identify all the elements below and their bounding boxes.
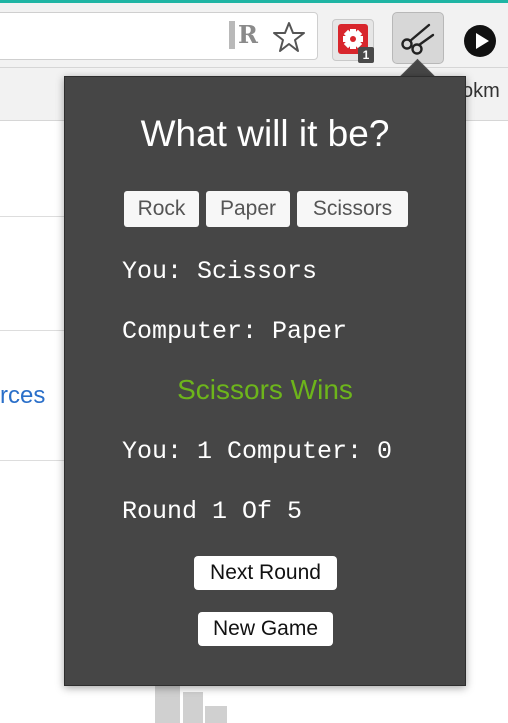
page-divider <box>0 460 70 461</box>
player-choice-text: You: Scissors <box>122 257 318 286</box>
page-divider <box>0 216 70 217</box>
round-result: Scissors Wins <box>177 374 353 405</box>
page-graphic <box>155 686 180 723</box>
popup-title: What will it be? <box>140 113 390 154</box>
red-extension-button[interactable]: 1 <box>330 17 376 63</box>
page-graphic <box>183 692 203 723</box>
rps-popup: What will it be? Rock Paper Scissors You… <box>64 76 466 686</box>
next-round-button[interactable]: Next Round <box>194 556 337 590</box>
rock-button[interactable]: Rock <box>124 191 199 227</box>
paper-button[interactable]: Paper <box>206 191 290 227</box>
extension-badge: 1 <box>358 47 374 63</box>
computer-choice-text: Computer: Paper <box>122 317 348 346</box>
readability-extension-icon[interactable]: R <box>229 21 258 49</box>
new-game-button[interactable]: New Game <box>198 612 333 646</box>
page-link[interactable]: rces <box>0 382 45 410</box>
bookmark-item-label[interactable]: okm <box>462 80 500 103</box>
scissors-extension-button[interactable] <box>392 12 444 64</box>
scissors-icon <box>401 23 435 55</box>
browser-toolbar: R 1 <box>0 3 508 68</box>
round-counter: Round 1 Of 5 <box>122 497 303 526</box>
bookmark-star-icon[interactable] <box>272 20 306 54</box>
page-divider <box>0 330 70 331</box>
address-bar[interactable] <box>0 12 318 60</box>
page-graphic <box>205 706 227 723</box>
scissors-button[interactable]: Scissors <box>297 191 408 227</box>
score-text: You: 1 Computer: 0 <box>122 437 393 466</box>
play-extension-icon[interactable] <box>463 24 497 58</box>
